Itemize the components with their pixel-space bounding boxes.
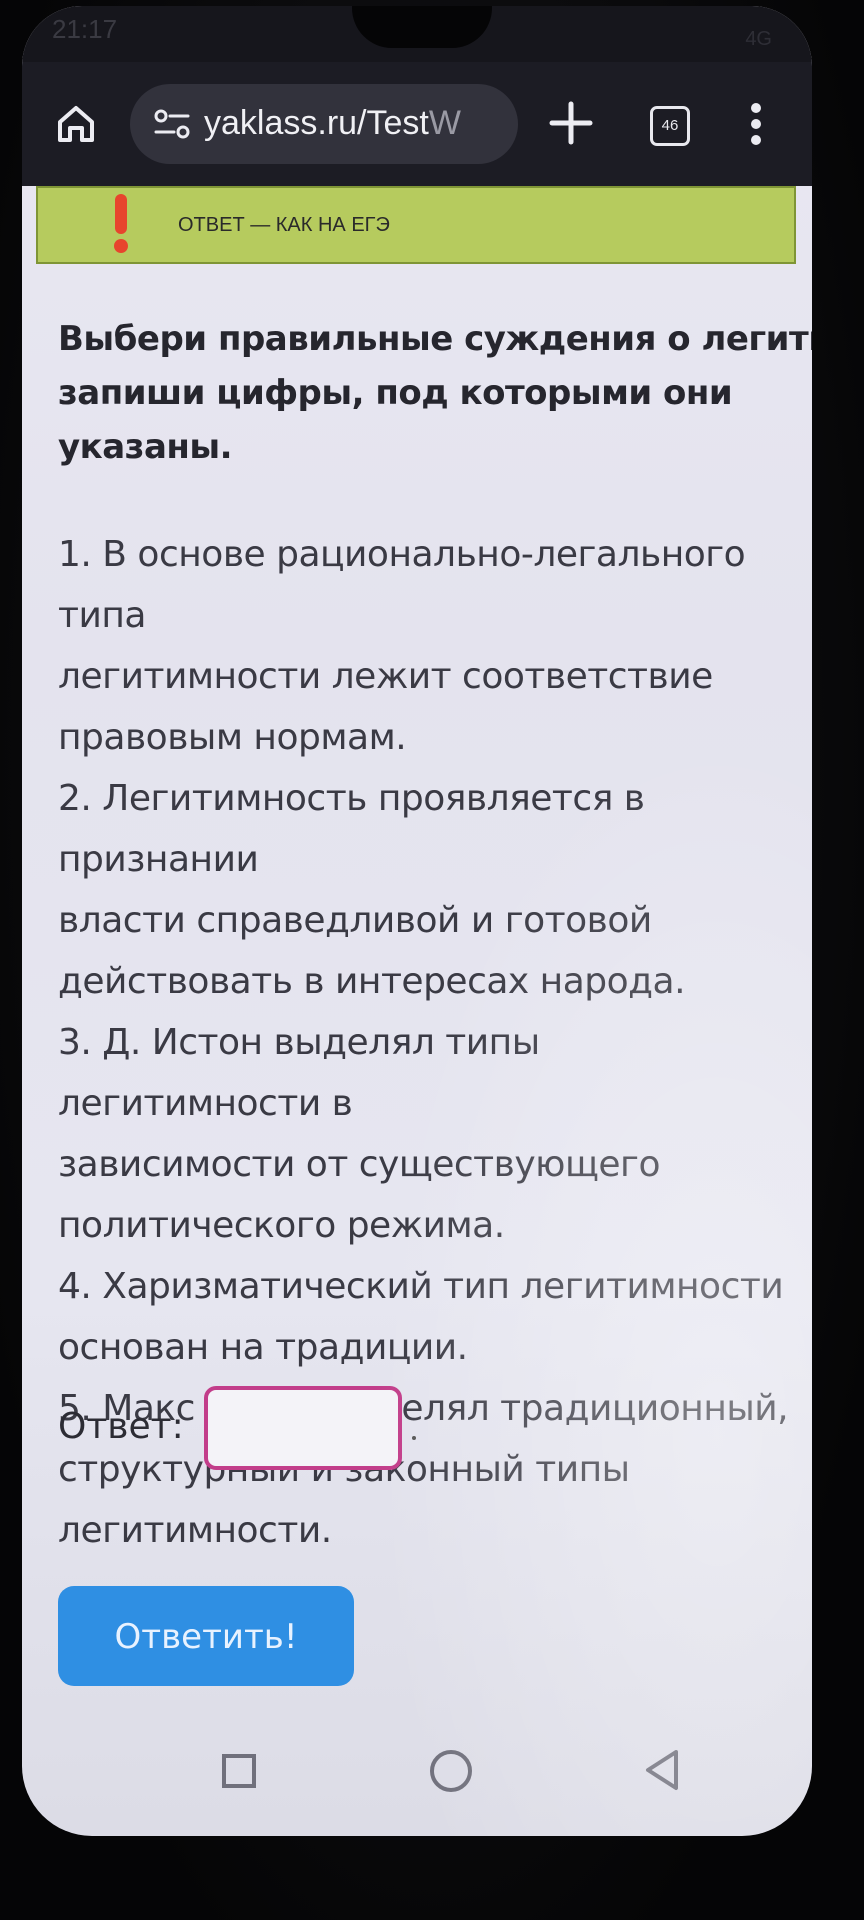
statement-line: 4. Харизматический тип легитимности [58, 1266, 784, 1307]
statement-2: 2. Легитимность проявляется в признании … [58, 768, 798, 1012]
url-main: yaklass.ru/Test [204, 104, 429, 142]
tab-switcher-button[interactable]: 46 [650, 106, 690, 146]
browser-toolbar: yaklass.ru/TestW 46 [22, 62, 812, 186]
statement-line: основан на традиции. [58, 1327, 468, 1368]
question-line: запиши цифры, под которыми они [58, 373, 733, 413]
status-time: 21:17 [52, 14, 118, 44]
url-faded: W [428, 104, 461, 142]
statement-line: власти справедливой и готовой [58, 900, 652, 941]
home-icon[interactable] [54, 102, 98, 146]
answer-period [412, 1436, 416, 1440]
status-indicators: 4G [745, 28, 772, 50]
home-circle-icon[interactable] [430, 1750, 472, 1792]
recents-icon[interactable] [222, 1754, 256, 1788]
camera-notch [352, 6, 492, 48]
address-bar[interactable]: yaklass.ru/TestW [130, 84, 518, 164]
statement-3: 3. Д. Истон выделял типы легитимности в … [58, 1012, 798, 1256]
statement-line: действовать в интересах народа. [58, 961, 686, 1002]
statement-4: 4. Харизматический тип легитимности осно… [58, 1256, 798, 1378]
statement-line: легитимности. [58, 1510, 332, 1551]
statement-line: легитимности лежит соответствие [58, 656, 713, 697]
statement-line: политического режима. [58, 1205, 505, 1246]
statement-line: 1. В основе рационально-легального типа [58, 534, 746, 636]
exclamation-icon [114, 194, 128, 253]
question-line: указаны. [58, 427, 233, 467]
url-text[interactable]: yaklass.ru/TestW [204, 104, 461, 143]
statement-line: зависимости от существующего [58, 1144, 660, 1185]
screen: 21:17 4G yaklass.ru/TestW 46 ОТВЕТ — КАК… [22, 6, 812, 1836]
plus-icon[interactable] [540, 92, 602, 154]
statement-line: правовым нормам. [58, 717, 407, 758]
status-bar: 21:17 4G [22, 6, 812, 62]
statement-1: 1. В основе рационально-легального типа … [58, 524, 798, 768]
answer-row: Ответ: [58, 1386, 658, 1486]
system-nav-bar [22, 1726, 812, 1826]
submit-button[interactable]: Ответить! [58, 1586, 354, 1686]
exam-mode-banner: ОТВЕТ — КАК НА ЕГЭ [36, 186, 796, 264]
tune-icon[interactable] [152, 108, 192, 140]
more-vert-icon[interactable] [750, 102, 762, 146]
back-icon[interactable] [642, 1748, 682, 1792]
statement-line: 2. Легитимность проявляется в признании [58, 778, 645, 880]
question-line: Выбери правильные суждения о легитимност [58, 319, 812, 359]
question-text: Выбери правильные суждения о легитимност… [58, 312, 812, 474]
answer-input[interactable] [204, 1386, 402, 1470]
statement-line: 3. Д. Истон выделял типы легитимности в [58, 1022, 540, 1124]
banner-text: ОТВЕТ — КАК НА ЕГЭ [178, 214, 390, 236]
answer-label: Ответ: [58, 1406, 184, 1447]
page-content: ОТВЕТ — КАК НА ЕГЭ Выбери правильные суж… [22, 186, 812, 1836]
phone-frame: 21:17 4G yaklass.ru/TestW 46 ОТВЕТ — КАК… [0, 0, 864, 1920]
